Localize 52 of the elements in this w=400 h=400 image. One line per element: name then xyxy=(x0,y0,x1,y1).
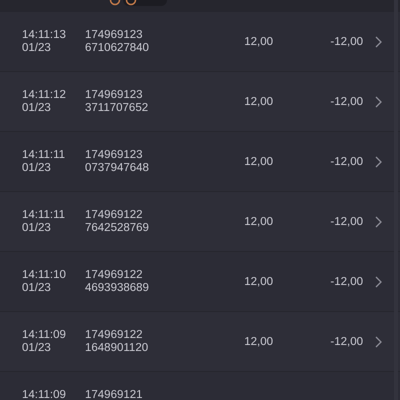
coin-icon xyxy=(109,0,121,6)
transaction-row[interactable]: 14:11:13 01/23 174969123 6710627840 12,00 -12,00 xyxy=(0,12,400,72)
date-text: 01/23 xyxy=(22,342,52,354)
change-text: -12,00 xyxy=(330,96,363,108)
order-id-text: 1648901120 xyxy=(85,342,150,354)
order-id-text: 0737947648 xyxy=(85,162,150,174)
chevron-right-icon xyxy=(375,336,382,348)
order-id-text: 174969123 xyxy=(85,148,144,162)
amount-text: 12,00 xyxy=(244,156,273,168)
change-text: -12,00 xyxy=(330,336,363,348)
date-text: 01/23 xyxy=(22,222,52,234)
transaction-row[interactable]: 14:11:11 01/23 174969123 0737947648 12,00 -12,00 xyxy=(0,132,400,192)
time-text: 14:11:11 xyxy=(22,208,66,222)
chevron-right-icon xyxy=(375,276,382,288)
time-text: 14:11:13 xyxy=(22,28,67,42)
transaction-row[interactable]: 14:11:09 174969121 xyxy=(0,372,400,400)
order-id-text: 174969122 xyxy=(85,268,144,282)
time-text: 14:11:09 xyxy=(22,388,67,400)
transaction-row[interactable]: 14:11:11 01/23 174969122 7642528769 12,00 -12,00 xyxy=(0,192,400,252)
order-id-text: 174969123 xyxy=(85,88,144,102)
amount-text: 12,00 xyxy=(244,336,273,348)
date-text: 01/23 xyxy=(22,42,52,54)
amount-text: 12,00 xyxy=(244,276,273,288)
chevron-right-icon xyxy=(375,216,382,228)
order-id-text: 4693938689 xyxy=(85,282,150,294)
change-text: -12,00 xyxy=(330,216,363,228)
order-id-text: 6710627840 xyxy=(85,42,150,54)
order-id-text: 174969121 xyxy=(85,388,144,400)
date-text: 01/23 xyxy=(22,282,52,294)
transaction-row[interactable]: 14:11:10 01/23 174969122 4693938689 12,00 -12,00 xyxy=(0,252,400,312)
chevron-right-icon xyxy=(375,96,382,108)
order-id-text: 3711707652 xyxy=(85,102,150,114)
amount-text: 12,00 xyxy=(244,216,273,228)
order-id-text: 7642528769 xyxy=(85,222,150,234)
time-text: 14:11:11 xyxy=(22,148,66,162)
time-text: 14:11:12 xyxy=(22,88,67,102)
date-text: 01/23 xyxy=(22,102,52,114)
chevron-right-icon xyxy=(375,36,382,48)
date-text: 01/23 xyxy=(22,162,52,174)
change-text: -12,00 xyxy=(330,156,363,168)
change-text: -12,00 xyxy=(330,36,363,48)
order-id-text: 174969122 xyxy=(85,328,144,342)
time-text: 14:11:09 xyxy=(22,328,67,342)
order-id-text: 174969123 xyxy=(85,28,144,42)
amount-text: 12,00 xyxy=(244,96,273,108)
transaction-row[interactable]: 14:11:09 01/23 174969122 1648901120 12,00 -12,00 xyxy=(0,312,400,372)
order-id-text: 174969122 xyxy=(85,208,144,222)
amount-text: 12,00 xyxy=(244,36,273,48)
change-text: -12,00 xyxy=(330,276,363,288)
transaction-row[interactable]: 14:11:12 01/23 174969123 3711707652 12,00 -12,00 xyxy=(0,72,400,132)
time-text: 14:11:10 xyxy=(22,268,67,282)
chevron-right-icon xyxy=(375,156,382,168)
